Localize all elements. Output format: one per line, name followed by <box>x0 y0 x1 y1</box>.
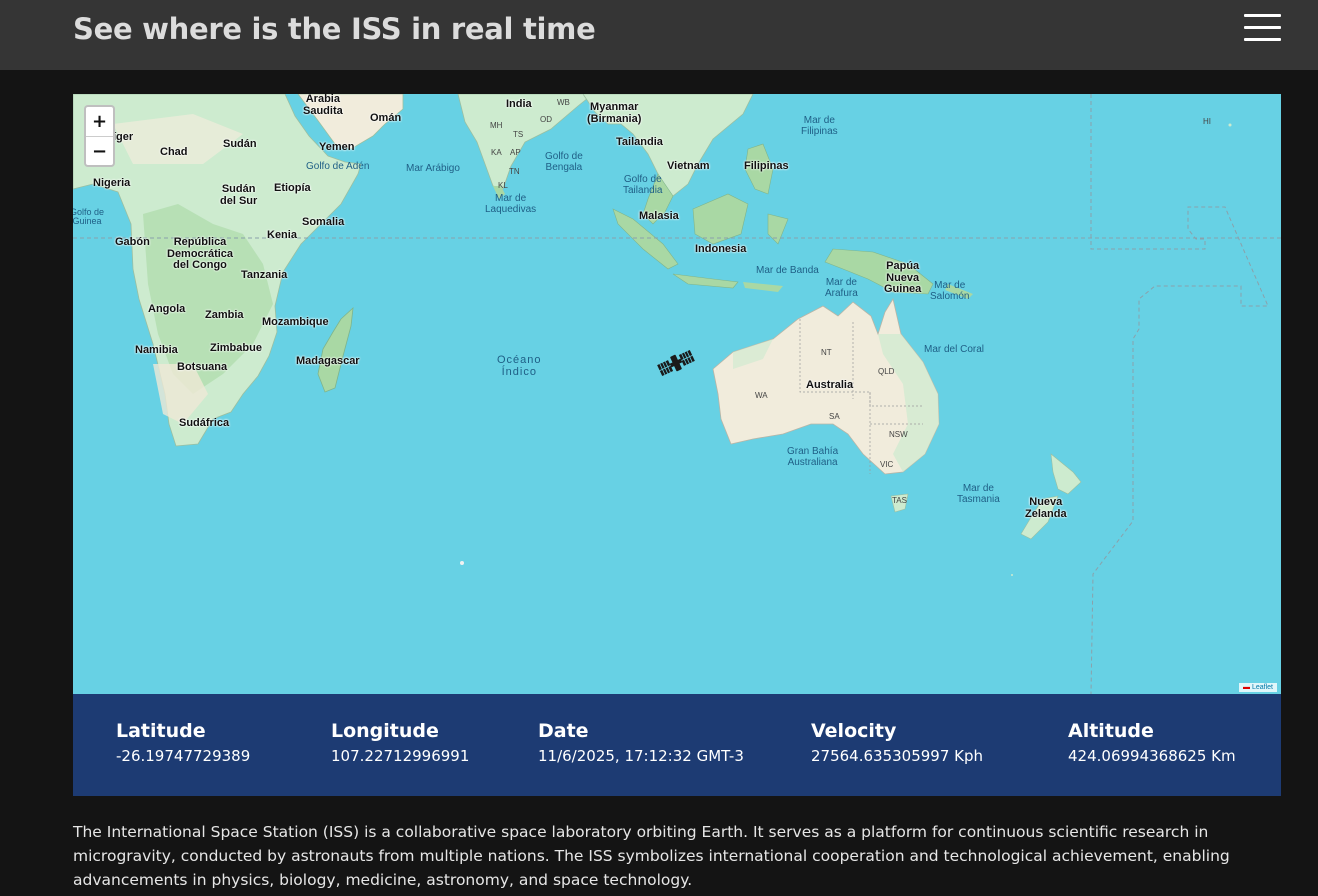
altitude-stat: Altitude 424.06994368625 Km <box>1068 720 1236 765</box>
map-label-tanzania: Tanzania <box>241 269 288 281</box>
map-label-etiopia: Etiopía <box>274 182 311 194</box>
map-label-arabia: Arabia Saudita <box>303 94 343 117</box>
date-value: 11/6/2025, 17:12:32 GMT-3 <box>538 747 744 765</box>
map-label-papua: Papúa Nueva Guinea <box>884 260 922 296</box>
map-label-gabon: Gabón <box>115 236 150 248</box>
map-label-hi: HI <box>1203 117 1211 126</box>
map-label-chad: Chad <box>160 146 188 158</box>
map-label-tn: TN <box>509 167 520 176</box>
longitude-label: Longitude <box>331 720 439 742</box>
map-label-nsw: NSW <box>889 430 908 439</box>
latitude-stat: Latitude -26.19747729389 <box>116 720 250 765</box>
map-label-australia: Australia <box>806 379 854 391</box>
map-label-vietnam: Vietnam <box>667 160 710 172</box>
map-label-mar-tasmania: Mar de Tasmania <box>957 483 1000 505</box>
map-label-angola: Angola <box>148 303 186 315</box>
map-label-od: OD <box>540 115 552 124</box>
zoom-control: + − <box>84 105 115 167</box>
map-label-tailandia: Tailandia <box>616 136 663 148</box>
zoom-out-button[interactable]: − <box>86 137 113 166</box>
borneo-landmass <box>692 193 749 245</box>
map-label-indonesia: Indonesia <box>695 243 747 255</box>
map-label-mar-laquedivas: Mar de Laquedivas <box>485 193 537 215</box>
map-label-sudan: Sudán <box>223 138 257 150</box>
map-label-yemen: Yemen <box>319 141 355 153</box>
map-label-oman: Omán <box>370 112 402 124</box>
iss-stats-panel: Latitude -26.19747729389 Longitude 107.2… <box>73 694 1281 796</box>
map-label-sudafrica: Sudáfrica <box>179 417 230 429</box>
map-label-madagascar: Madagascar <box>296 355 360 367</box>
map-label-mar-filipinas: Mar de Filipinas <box>801 115 838 137</box>
map-label-qld: QLD <box>878 367 895 376</box>
map-label-namibia: Namibia <box>135 344 178 356</box>
map-label-ts: TS <box>513 130 524 139</box>
map-label-golfo-guinea: Golfo de Guinea <box>73 207 105 227</box>
velocity-stat: Velocity 27564.635305997 Kph <box>811 720 983 765</box>
menu-line <box>1244 38 1281 41</box>
iss-map[interactable]: Arabia Saudita Omán Yemen íger Chad Sudá… <box>73 94 1281 694</box>
leaflet-attribution-link[interactable]: ▬ Leaflet <box>1239 683 1277 692</box>
velocity-label: Velocity <box>811 720 897 742</box>
map-label-sudan-sur: Sudán del Sur <box>220 183 258 207</box>
map-label-mar-banda: Mar de Banda <box>756 265 819 276</box>
page-title: See where is the ISS in real time <box>73 12 596 46</box>
map-label-nueva-zelanda: Nueva Zelanda <box>1025 496 1067 520</box>
map-label-wa: WA <box>755 391 768 400</box>
map-label-vic: VIC <box>880 460 894 469</box>
map-label-golfo-aden: Golfo de Adén <box>306 161 370 172</box>
velocity-value: 27564.635305997 Kph <box>811 747 984 765</box>
top-bar: See where is the ISS in real time <box>0 0 1318 70</box>
map-label-mar-salomon: Mar de Salomón <box>930 280 970 302</box>
map-label-zambia: Zambia <box>205 309 244 321</box>
map-label-gran-bahia: Gran Bahía Australiana <box>787 446 839 468</box>
map-label-kl: KL <box>498 181 508 190</box>
map-label-ap: AP <box>510 148 521 157</box>
map-label-mar-arafura: Mar de Arafura <box>825 277 858 299</box>
map-label-nt: NT <box>821 348 832 357</box>
attribution-text: Leaflet <box>1251 684 1273 691</box>
menu-line <box>1244 14 1281 17</box>
map-label-myanmar: Myanmar (Birmania) <box>587 101 642 125</box>
new-zealand-landmass <box>1050 453 1082 495</box>
java-landmass <box>672 273 739 289</box>
map-label-somalia: Somalia <box>302 216 345 228</box>
map-label-mozambique: Mozambique <box>262 316 329 328</box>
date-stat: Date 11/6/2025, 17:12:32 GMT-3 <box>538 720 744 765</box>
altitude-value: 424.06994368625 Km <box>1068 747 1236 765</box>
zoom-in-button[interactable]: + <box>86 107 113 137</box>
map-label-rep-congo: República Democrática del Congo <box>167 236 234 272</box>
map-label-kenia: Kenia <box>267 229 297 241</box>
longitude-value: 107.22712996991 <box>331 747 470 765</box>
flag-icon: ▬ <box>1243 684 1251 691</box>
date-label: Date <box>538 720 589 742</box>
map-label-ka: KA <box>491 148 502 157</box>
iss-description: The International Space Station (ISS) is… <box>73 823 1230 889</box>
longitude-stat: Longitude 107.22712996991 <box>331 720 469 765</box>
map-label-wb: WB <box>557 98 570 107</box>
map-label-golfo-tailandia: Golfo de Tailandia <box>623 174 663 196</box>
map-label-zimbabue: Zimbabue <box>210 342 262 354</box>
altitude-label: Altitude <box>1068 720 1154 742</box>
hamburger-menu-icon[interactable] <box>1244 14 1281 44</box>
map-label-india: India <box>506 98 532 110</box>
satellite-icon[interactable] <box>656 345 696 381</box>
menu-line <box>1244 26 1281 29</box>
map-label-golfo-bengala: Golfo de Bengala <box>545 151 583 173</box>
map-label-tas: TAS <box>892 496 907 505</box>
map-label-niger: íger <box>113 131 134 143</box>
latitude-label: Latitude <box>116 720 206 742</box>
latitude-value: -26.19747729389 <box>116 747 251 765</box>
map-label-sa: SA <box>829 412 840 421</box>
map-label-nigeria: Nigeria <box>93 177 131 189</box>
map-label-malasia: Malasia <box>639 210 679 222</box>
map-label-mar-coral: Mar del Coral <box>924 344 985 355</box>
map-label-mar-arabigo: Mar Arábigo <box>406 163 460 174</box>
map-label-botsuana: Botsuana <box>177 361 228 373</box>
map-label-mh: MH <box>490 121 503 130</box>
map-label-filipinas: Filipinas <box>744 160 789 172</box>
map-label-oceano-indico: Océano Índico <box>497 354 542 378</box>
